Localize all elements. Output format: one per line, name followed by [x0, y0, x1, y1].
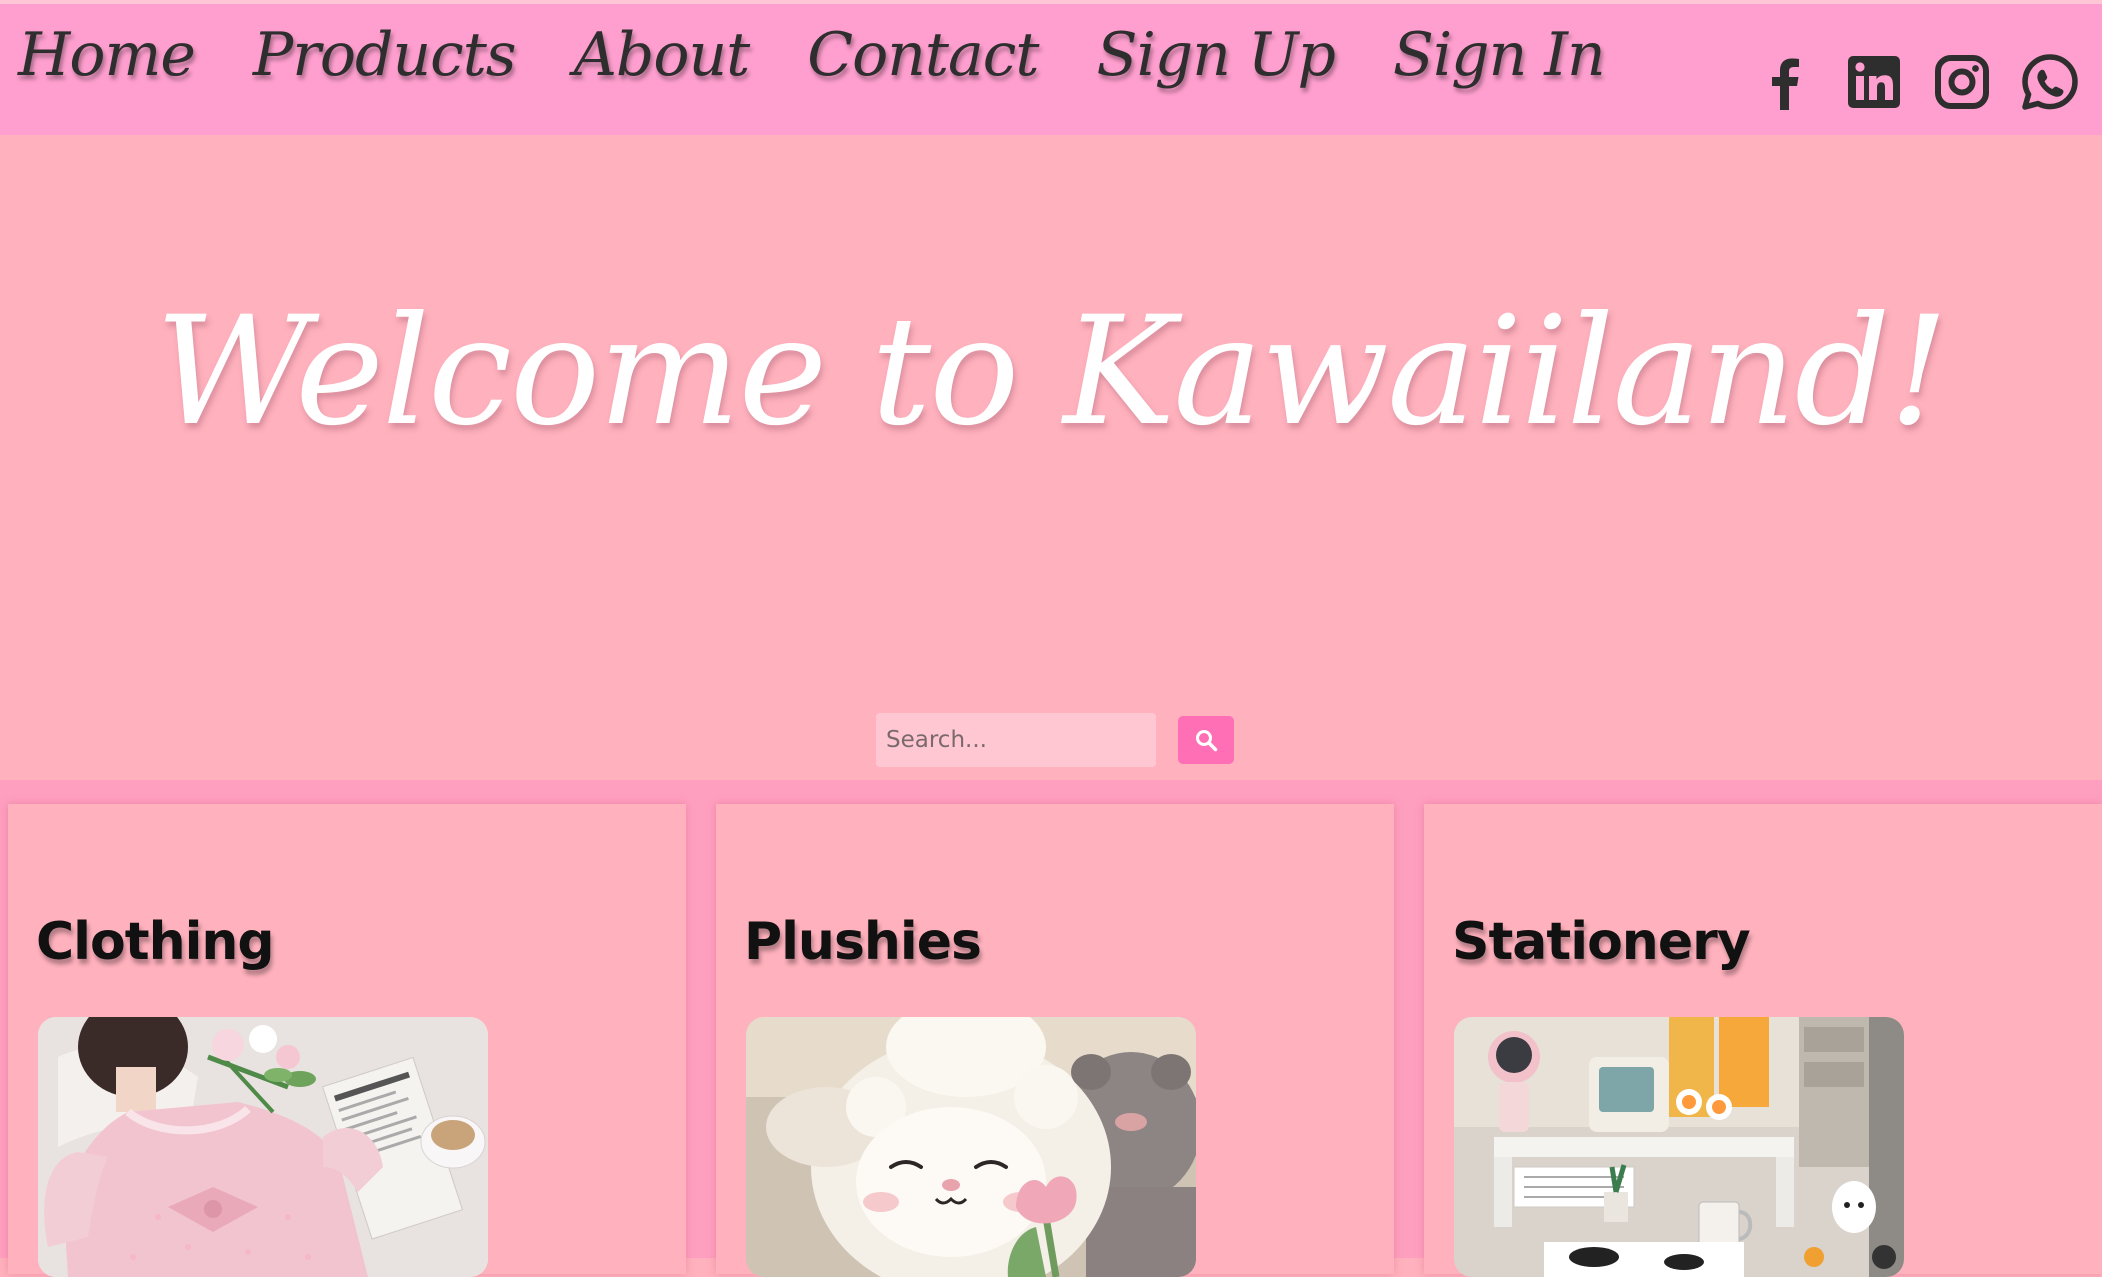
nav-link-sign-up[interactable]: Sign Up: [1097, 22, 1336, 88]
search-icon: [1194, 728, 1218, 752]
clothing-image[interactable]: [38, 1017, 488, 1277]
linkedin-icon[interactable]: [1844, 52, 1904, 112]
instagram-icon[interactable]: [1932, 52, 1992, 112]
category-title: Clothing: [36, 912, 275, 972]
nav-link-about[interactable]: About: [574, 22, 751, 88]
social-links: [1728, 52, 2080, 112]
search-bar: [876, 713, 1234, 767]
category-title: Stationery: [1452, 912, 1751, 972]
category-title: Plushies: [744, 912, 982, 972]
nav-link-contact[interactable]: Contact: [807, 22, 1039, 88]
facebook-icon[interactable]: [1756, 52, 1816, 112]
stationery-image[interactable]: [1454, 1017, 1904, 1277]
search-button[interactable]: [1178, 716, 1234, 764]
search-input[interactable]: [876, 713, 1156, 767]
whatsapp-icon[interactable]: [2020, 52, 2080, 112]
nav-links: Home Products About Contact Sign Up Sign…: [18, 22, 1663, 88]
hero-title: Welcome to Kawaiiland!: [155, 285, 1949, 459]
category-card-stationery[interactable]: Stationery: [1424, 804, 2102, 1277]
nav-link-products[interactable]: Products: [253, 22, 517, 88]
categories-section: Clothing Plushies Stationery: [0, 780, 2102, 1277]
category-card-clothing[interactable]: Clothing: [8, 804, 686, 1277]
category-card-plushies[interactable]: Plushies: [716, 804, 1394, 1277]
navbar: Home Products About Contact Sign Up Sign…: [0, 0, 2102, 135]
plushies-image[interactable]: [746, 1017, 1196, 1277]
nav-link-sign-in[interactable]: Sign In: [1393, 22, 1606, 88]
hero-section: Welcome to Kawaiiland!: [0, 135, 2102, 780]
nav-link-home[interactable]: Home: [18, 22, 196, 88]
